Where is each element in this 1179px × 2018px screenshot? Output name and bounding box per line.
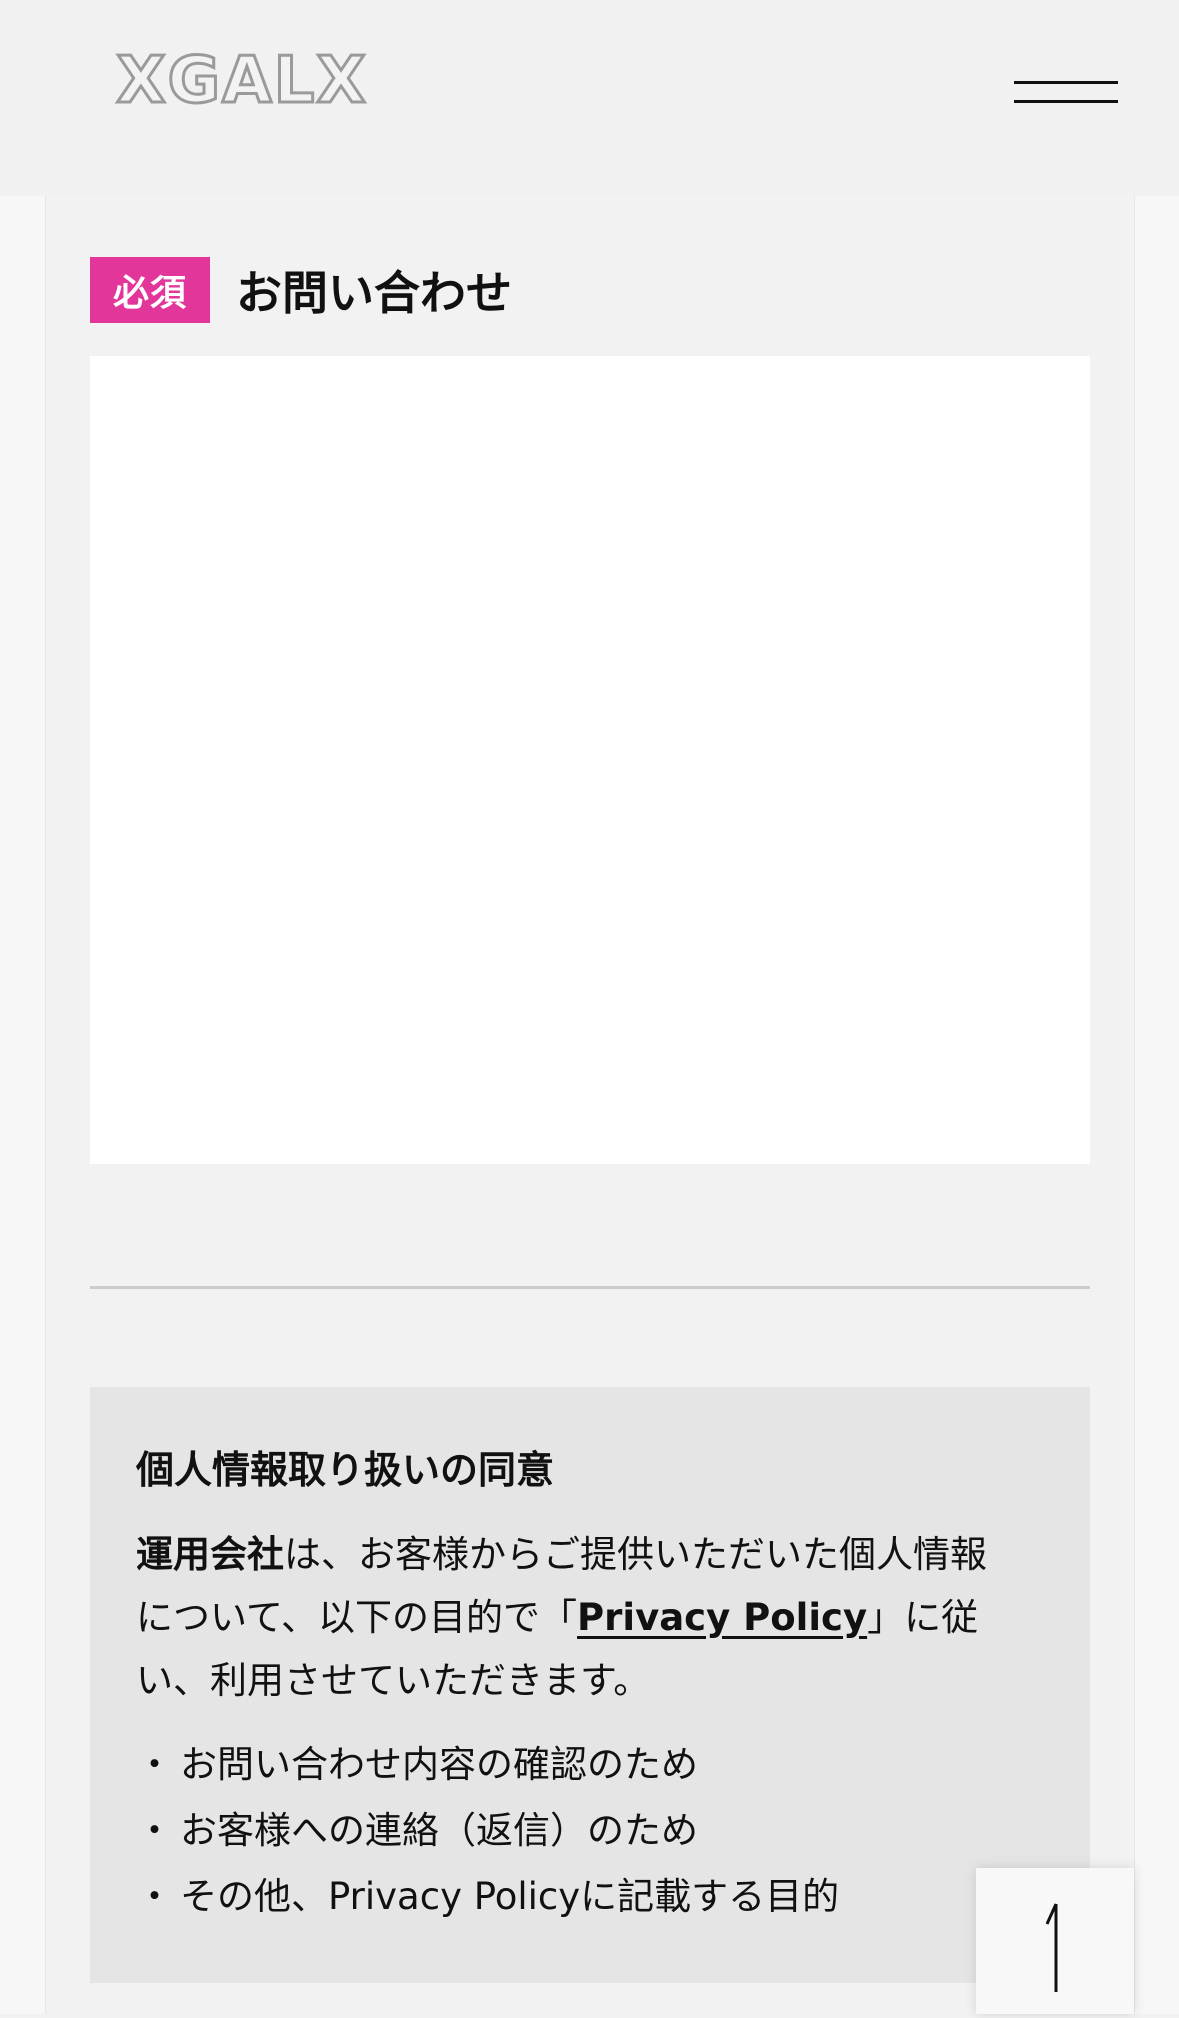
hamburger-menu-icon (1014, 81, 1118, 84)
consent-body: 運用会社は、お客様からご提供いただいた個人情報について、以下の目的で「Priva… (136, 1523, 1016, 1712)
consent-title: 個人情報取り扱いの同意 (136, 1448, 555, 1492)
operating-company-label: 運用会社 (136, 1533, 284, 1576)
bullet: ・ (136, 1875, 173, 1918)
hamburger-menu-button[interactable] (1006, 64, 1118, 124)
back-to-top-button[interactable] (976, 1868, 1134, 2014)
inquiry-field-header: 必須 お問い合わせ (90, 256, 512, 324)
inquiry-field-label: お問い合わせ (236, 266, 512, 320)
up-arrow-icon (1045, 1903, 1058, 1992)
svg-text:XGALX: XGALX (116, 48, 368, 116)
purpose-list: ・お問い合わせ内容の確認のため ・お客様への連絡（返信）のため ・その他、Pri… (136, 1732, 1044, 1930)
purpose-text: お客様への連絡（返信）のため (180, 1809, 698, 1852)
page-gutter-left (0, 196, 46, 2014)
contact-form-card: 必須 お問い合わせ 個人情報取り扱いの同意 運用会社は、お客様からご提供いただい… (46, 196, 1134, 2014)
inquiry-textarea[interactable] (90, 356, 1090, 1164)
bullet: ・ (136, 1809, 173, 1852)
list-item: ・その他、Privacy Policyに記載する目的 (136, 1864, 1044, 1930)
purpose-text: お問い合わせ内容の確認のため (180, 1743, 698, 1786)
section-divider (90, 1286, 1090, 1289)
list-item: ・お問い合わせ内容の確認のため (136, 1732, 1044, 1798)
site-header: XGALX (0, 0, 1179, 196)
page-gutter-right (1134, 196, 1179, 2014)
privacy-policy-link[interactable]: Privacy Policy (577, 1596, 867, 1639)
hamburger-menu-icon-line (1014, 100, 1118, 103)
site-logo[interactable]: XGALX (42, 48, 442, 116)
privacy-consent-box: 個人情報取り扱いの同意 運用会社は、お客様からご提供いただいた個人情報について、… (90, 1387, 1090, 1983)
required-badge: 必須 (90, 257, 210, 323)
bullet: ・ (136, 1743, 173, 1786)
list-item: ・お客様への連絡（返信）のため (136, 1798, 1044, 1864)
purpose-text: その他、Privacy Policyに記載する目的 (180, 1875, 840, 1918)
